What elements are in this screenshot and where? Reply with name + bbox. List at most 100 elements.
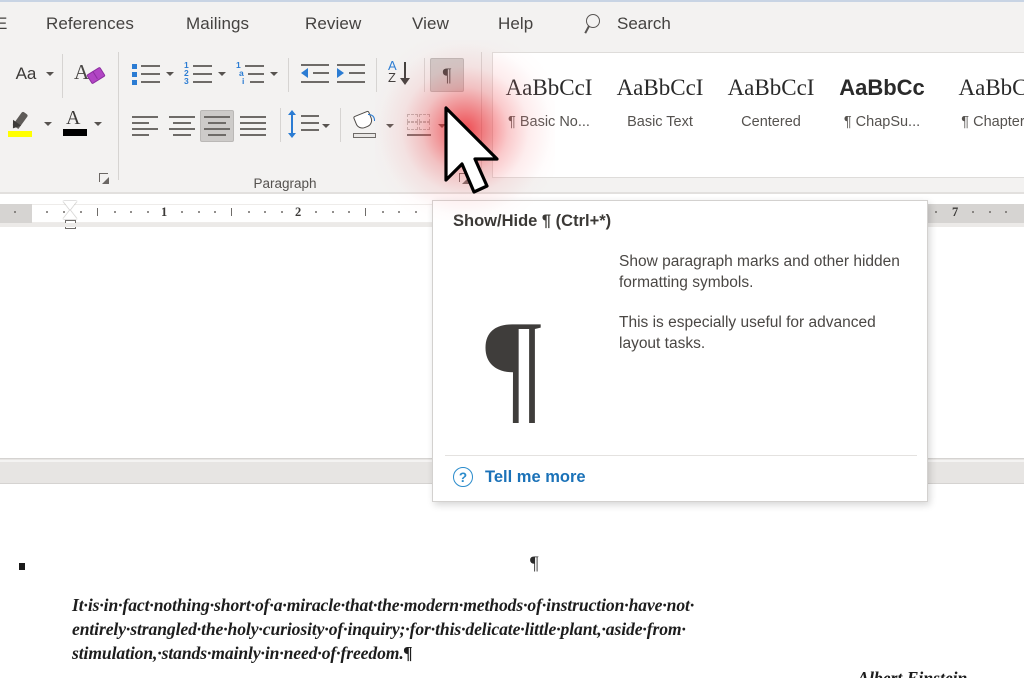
word-window: E References Mailings Review View Help S… (0, 0, 1024, 678)
document-quote-line-3[interactable]: stimulation,·stands·mainly·in·need·of·fr… (72, 641, 412, 666)
ruler-number-7: 7 (952, 205, 958, 220)
document-quote-line-1[interactable]: It·is·in·fact·nothing·short·of·a·miracle… (72, 593, 694, 618)
tab-review[interactable]: Review (305, 2, 361, 46)
tooltip-body: Show paragraph marks and other hidden fo… (619, 251, 911, 373)
eraser-glyph (86, 67, 105, 85)
highlight-color-swatch (8, 131, 32, 137)
document-pilcrow-mark: ¶ (530, 553, 539, 575)
tooltip-divider (445, 455, 917, 456)
borders-icon (407, 113, 433, 137)
change-case-button[interactable]: Aa (8, 60, 44, 88)
style-item-chapter[interactable]: AaBbC ¶ Chapter (937, 57, 1024, 169)
pilcrow-icon: ¶ (443, 66, 452, 85)
line-spacing-icon (289, 113, 321, 137)
document-attribution[interactable]: — Albert Einstein (836, 668, 967, 678)
font-color-button[interactable]: A (60, 108, 92, 138)
font-color-caret-icon[interactable] (94, 122, 102, 126)
shading-button[interactable] (350, 110, 384, 140)
style-item-chapsub[interactable]: AaBbCc ¶ ChapSu... (826, 57, 938, 169)
multilevel-list-button[interactable]: 1 a i (234, 60, 268, 88)
paint-bucket-icon (353, 112, 381, 138)
style-name: Centered (715, 114, 827, 130)
bullets-button[interactable] (130, 60, 164, 88)
letter-a-glyph: A (66, 107, 80, 130)
show-hide-paragraph-button[interactable]: ¶ (430, 58, 464, 92)
ruler-right-margin-zone[interactable] (928, 204, 1024, 223)
bucket-base (353, 133, 376, 138)
style-sample: AaBbC (937, 75, 1024, 101)
group-divider-font-paragraph (118, 52, 119, 180)
font-color-icon: A (63, 109, 89, 137)
style-name: ¶ Chapter (937, 114, 1024, 130)
style-item-basic-no[interactable]: AaBbCcI ¶ Basic No... (493, 57, 605, 169)
paragraph-divider-2 (376, 58, 377, 92)
tab-help[interactable]: Help (498, 2, 533, 46)
styles-gallery[interactable]: AaBbCcI ¶ Basic No... AaBbCcI Basic Text… (492, 52, 1024, 178)
style-item-basic-text[interactable]: AaBbCcI Basic Text (604, 57, 716, 169)
style-sample: AaBbCcI (493, 75, 605, 101)
search-box[interactable]: Search (585, 2, 671, 46)
document-bullet-mark (19, 563, 25, 570)
align-left-button[interactable] (130, 112, 162, 140)
increase-indent-button[interactable] (336, 60, 368, 88)
numbering-button[interactable]: 1 2 3 (182, 60, 216, 88)
line-spacing-button[interactable] (288, 110, 322, 140)
hanging-indent-marker[interactable] (63, 210, 77, 219)
highlight-color-caret-icon[interactable] (44, 122, 52, 126)
numbering-caret-icon[interactable] (218, 72, 226, 76)
paragraph-divider-5 (340, 108, 341, 142)
align-center-button[interactable] (200, 110, 234, 142)
style-name: Basic Text (604, 114, 716, 130)
clear-formatting-icon: A (74, 60, 104, 86)
clear-formatting-button[interactable]: A (72, 58, 106, 88)
font-dialog-launcher[interactable] (99, 172, 112, 185)
show-hide-tooltip: Show/Hide ¶ (Ctrl+*) ¶ Show paragraph ma… (432, 200, 928, 502)
multilevel-list-icon: 1 a i (236, 62, 266, 86)
borders-button[interactable] (404, 110, 436, 140)
numbering-icon: 1 2 3 (184, 62, 214, 86)
ruler-left-margin-zone[interactable] (0, 204, 32, 223)
line-spacing-caret-icon[interactable] (322, 124, 330, 128)
increase-indent-icon (337, 62, 367, 86)
tab-clipped-previous[interactable]: E (0, 2, 10, 46)
question-mark-circle-icon: ? (453, 467, 473, 487)
ruler-number-1: 1 (161, 205, 167, 220)
tell-me-more-link[interactable]: ? Tell me more (453, 467, 586, 487)
document-quote-line-2[interactable]: entirely·strangled·the·holy·curiosity·of… (72, 617, 686, 642)
justify-button[interactable] (238, 112, 270, 140)
sort-button[interactable]: A Z (386, 58, 418, 90)
tab-view[interactable]: View (412, 2, 449, 46)
style-sample: AaBbCcI (715, 75, 827, 101)
align-left-icon (132, 115, 160, 137)
tab-mailings[interactable]: Mailings (186, 2, 249, 46)
bullets-icon (132, 62, 162, 86)
change-case-caret-icon[interactable] (46, 72, 54, 76)
bottom-border-emphasis (407, 134, 431, 136)
align-center-button-alt[interactable] (166, 112, 198, 140)
paragraph-divider-3 (424, 58, 425, 92)
ruler-number-2: 2 (295, 205, 301, 220)
justify-icon (240, 115, 268, 137)
bullets-caret-icon[interactable] (166, 72, 174, 76)
align-center-active-icon (203, 115, 231, 137)
shading-caret-icon[interactable] (386, 124, 394, 128)
paragraph-group-label: Paragraph (225, 176, 345, 191)
style-sample: AaBbCc (826, 75, 938, 101)
letter-a-glyph: A (74, 60, 89, 85)
multilevel-list-caret-icon[interactable] (270, 72, 278, 76)
tooltip-paragraph-1: Show paragraph marks and other hidden fo… (619, 251, 911, 293)
first-line-indent-marker[interactable] (63, 201, 77, 210)
bucket-pour (368, 114, 375, 121)
updown-arrow (291, 114, 293, 134)
text-highlight-color-button[interactable] (6, 108, 40, 138)
style-item-centered[interactable]: AaBbCcI Centered (715, 57, 827, 169)
ribbon: E References Mailings Review View Help S… (0, 0, 1024, 194)
font-color-swatch (63, 129, 87, 136)
tab-references[interactable]: References (46, 2, 134, 46)
align-center-icon (168, 115, 196, 137)
decrease-indent-button[interactable] (300, 60, 332, 88)
sort-letter-bottom: Z (388, 70, 396, 85)
tooltip-pilcrow-preview-icon: ¶ (485, 303, 542, 429)
paragraph-divider-4 (280, 108, 281, 142)
font-group-divider-1 (62, 54, 63, 98)
